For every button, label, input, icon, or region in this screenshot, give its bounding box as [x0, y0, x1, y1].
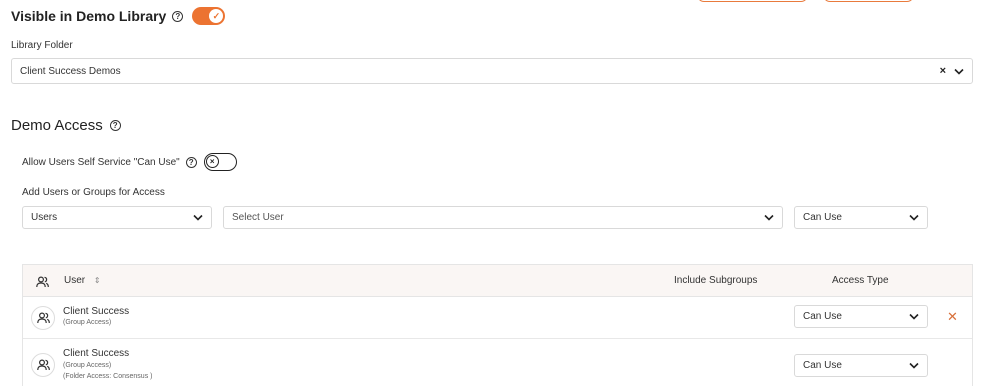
row-user-name: Client Success [63, 348, 130, 359]
group-avatar-icon [31, 306, 55, 330]
self-service-row: Allow Users Self Service "Can Use" ? × [22, 153, 237, 171]
row-access-select[interactable]: Can Use [794, 305, 928, 328]
group-icon [36, 275, 50, 288]
chevron-down-icon [952, 64, 966, 78]
user-type-select[interactable]: Users [22, 206, 212, 229]
visible-in-library-row: Visible in Demo Library ? ✓ [11, 6, 226, 26]
library-folder-value: Client Success Demos [20, 65, 121, 77]
column-access-type: Access Type [832, 275, 889, 286]
help-icon[interactable]: ? [185, 156, 197, 168]
library-folder-label: Library Folder [11, 40, 73, 51]
remove-icon[interactable]: ✕ [947, 309, 958, 325]
row-user-access: (Group Access) [63, 362, 112, 369]
row-access-value: Can Use [803, 311, 842, 322]
table-row: Client Success (Group Access) (Folder Ac… [23, 339, 972, 386]
user-type-value: Users [31, 212, 58, 223]
table-row: Client Success (Group Access) Can Use ✕ [23, 297, 972, 339]
select-user-dropdown[interactable]: Select User [223, 206, 783, 229]
help-icon[interactable]: ? [172, 10, 184, 22]
add-users-label: Add Users or Groups for Access [22, 187, 165, 198]
x-icon: × [205, 155, 219, 168]
demo-access-title: Demo Access [11, 116, 103, 134]
clear-icon[interactable]: × [940, 65, 946, 77]
help-icon[interactable]: ? [109, 119, 121, 131]
access-type-value: Can Use [803, 212, 842, 223]
chevron-down-icon [762, 211, 776, 225]
row-user-name: Client Success [63, 306, 130, 317]
row-access-select[interactable]: Can Use [794, 354, 928, 377]
demo-access-heading: Demo Access ? [11, 115, 121, 135]
column-user[interactable]: User ⇕ [64, 265, 101, 297]
group-avatar-icon [31, 353, 55, 377]
top-action-button-2[interactable] [823, 0, 914, 2]
self-service-toggle[interactable]: × [203, 153, 237, 171]
self-service-label: Allow Users Self Service "Can Use" [22, 156, 180, 168]
chevron-down-icon [907, 211, 921, 225]
visible-in-library-toggle[interactable]: ✓ [192, 7, 226, 25]
column-include-subgroups: Include Subgroups [674, 275, 758, 286]
sort-icon[interactable]: ⇕ [94, 276, 101, 285]
chevron-down-icon [191, 211, 205, 225]
row-folder-access: (Folder Access: Consensus ) [63, 373, 153, 380]
chevron-down-icon [907, 359, 921, 373]
access-table: User ⇕ Include Subgroups Access Type Cli… [22, 264, 973, 386]
row-user-access: (Group Access) [63, 319, 112, 326]
column-user-label: User [64, 275, 86, 286]
select-user-placeholder: Select User [232, 212, 284, 223]
check-icon: ✓ [209, 9, 224, 23]
top-action-button-1[interactable] [697, 0, 808, 2]
table-header: User ⇕ Include Subgroups Access Type [23, 265, 972, 297]
chevron-down-icon [907, 310, 921, 324]
row-access-value: Can Use [803, 360, 842, 371]
access-type-select[interactable]: Can Use [794, 206, 928, 229]
visible-in-library-title: Visible in Demo Library [11, 8, 167, 24]
library-folder-select[interactable]: Client Success Demos × [11, 58, 973, 84]
